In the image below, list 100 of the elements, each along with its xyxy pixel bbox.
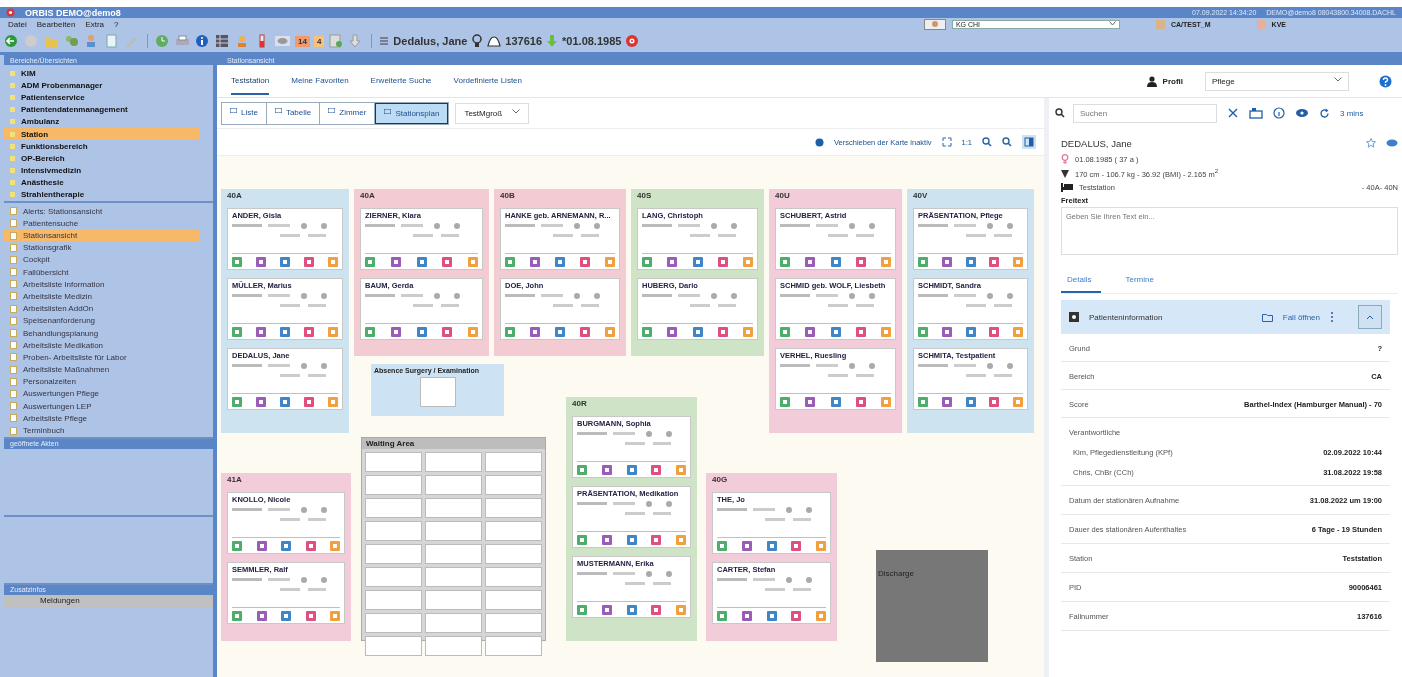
view-item[interactable]: Cockpit: [4, 253, 199, 266]
refresh-icon[interactable]: [1319, 107, 1330, 119]
view-item[interactable]: Patientensuche: [4, 217, 199, 230]
care-task-icon[interactable]: [717, 327, 728, 337]
info-icon[interactable]: [1273, 107, 1285, 119]
care-task-icon[interactable]: [918, 257, 928, 267]
area-item[interactable]: Anästhesie: [4, 176, 199, 189]
back-icon[interactable]: [4, 34, 20, 48]
care-task-icon[interactable]: [580, 327, 590, 337]
care-task-icon[interactable]: [989, 397, 1000, 407]
waiting-patient-card[interactable]: [425, 521, 482, 541]
area-item[interactable]: Station: [4, 127, 199, 141]
care-task-icon[interactable]: [1013, 397, 1023, 407]
menu-item[interactable]: Bearbeiten: [34, 19, 78, 29]
area-item[interactable]: Strahlentherapie: [4, 188, 199, 202]
view-item[interactable]: Proben- Arbeitsliste für Labor: [4, 351, 199, 364]
care-task-icon[interactable]: [256, 257, 266, 267]
care-task-icon[interactable]: [442, 327, 453, 337]
grid-icon[interactable]: [215, 34, 231, 48]
area-item[interactable]: Funktionsbereich: [4, 140, 199, 153]
care-task-icon[interactable]: [328, 327, 338, 337]
care-task-icon[interactable]: [577, 605, 587, 615]
care-task-icon[interactable]: [941, 327, 952, 337]
care-task-icon[interactable]: [232, 257, 242, 267]
waiting-patient-card[interactable]: [365, 636, 422, 656]
waiting-patient-card[interactable]: [425, 475, 482, 495]
care-task-icon[interactable]: [741, 611, 752, 621]
care-task-icon[interactable]: [651, 535, 662, 545]
tab[interactable]: Termine: [1119, 269, 1164, 293]
view-item[interactable]: Auswertungen LEP: [4, 400, 199, 413]
waiting-patient-card[interactable]: [365, 590, 422, 610]
area-item[interactable]: ADM Probenmanager: [4, 79, 199, 92]
close-icon[interactable]: [1227, 107, 1239, 119]
care-task-icon[interactable]: [918, 327, 928, 337]
care-task-icon[interactable]: [766, 611, 777, 621]
care-task-icon[interactable]: [256, 541, 267, 551]
waiting-patient-card[interactable]: [485, 590, 542, 610]
care-task-icon[interactable]: [256, 611, 267, 621]
care-task-icon[interactable]: [256, 397, 266, 407]
printer-icon[interactable]: [175, 34, 191, 48]
care-task-icon[interactable]: [365, 257, 375, 267]
waiting-patient-card[interactable]: [365, 544, 422, 564]
care-task-icon[interactable]: [676, 465, 686, 475]
care-task-icon[interactable]: [468, 327, 478, 337]
care-task-icon[interactable]: [741, 541, 752, 551]
waiting-patient-card[interactable]: [365, 475, 422, 495]
info-icon[interactable]: [195, 34, 211, 48]
care-task-icon[interactable]: [855, 257, 866, 267]
doc-icon[interactable]: [104, 34, 120, 48]
view-item[interactable]: Fallübersicht: [4, 266, 199, 279]
view-item[interactable]: Stationsgrafik: [4, 241, 199, 254]
waiting-patient-card[interactable]: [365, 521, 422, 541]
fit-screen-icon[interactable]: [941, 137, 952, 147]
eye-icon[interactable]: [1295, 108, 1309, 118]
care-task-icon[interactable]: [855, 397, 866, 407]
eye-icon[interactable]: [1386, 138, 1398, 148]
care-task-icon[interactable]: [717, 541, 727, 551]
care-task-icon[interactable]: [965, 397, 976, 407]
care-task-icon[interactable]: [676, 605, 686, 615]
waiting-patient-card[interactable]: [365, 613, 422, 633]
care-task-icon[interactable]: [232, 541, 242, 551]
care-task-icon[interactable]: [918, 397, 928, 407]
care-task-icon[interactable]: [505, 257, 515, 267]
view-button[interactable]: Stationsplan: [375, 102, 449, 124]
care-task-icon[interactable]: [965, 257, 976, 267]
menu-icon[interactable]: [379, 36, 390, 46]
view-item[interactable]: Arbeitsliste Medizin: [4, 290, 199, 303]
care-task-icon[interactable]: [601, 465, 612, 475]
care-task-icon[interactable]: [530, 327, 540, 337]
care-task-icon[interactable]: [1013, 327, 1023, 337]
user-icon[interactable]: [923, 18, 946, 30]
care-task-icon[interactable]: [830, 327, 841, 337]
side-panel-icon[interactable]: [1022, 135, 1036, 149]
care-task-icon[interactable]: [330, 541, 340, 551]
profile-dropdown[interactable]: Pflege: [1205, 71, 1349, 91]
care-task-icon[interactable]: [791, 541, 802, 551]
waiting-patient-card[interactable]: [425, 498, 482, 518]
more-icon[interactable]: [1330, 311, 1334, 323]
care-task-icon[interactable]: [328, 397, 338, 407]
view-item[interactable]: Stationsansicht: [4, 229, 199, 242]
care-task-icon[interactable]: [830, 257, 841, 267]
care-task-icon[interactable]: [717, 257, 728, 267]
view-button[interactable]: Liste: [222, 102, 267, 124]
care-task-icon[interactable]: [390, 327, 401, 337]
care-task-icon[interactable]: [605, 257, 615, 267]
care-task-icon[interactable]: [281, 541, 291, 551]
care-task-icon[interactable]: [805, 327, 816, 337]
care-task-icon[interactable]: [281, 611, 291, 621]
care-task-icon[interactable]: [305, 611, 316, 621]
waiting-patient-card[interactable]: [365, 567, 422, 587]
waiting-patient-card[interactable]: [365, 452, 422, 472]
care-task-icon[interactable]: [692, 257, 703, 267]
care-task-icon[interactable]: [605, 327, 615, 337]
care-task-icon[interactable]: [280, 257, 290, 267]
clock-icon[interactable]: [155, 34, 171, 48]
care-task-icon[interactable]: [468, 257, 478, 267]
view-item[interactable]: Arbeitsliste Pflege: [4, 412, 199, 425]
menu-item[interactable]: ?: [112, 19, 121, 29]
care-task-icon[interactable]: [651, 605, 662, 615]
care-task-icon[interactable]: [304, 397, 314, 407]
